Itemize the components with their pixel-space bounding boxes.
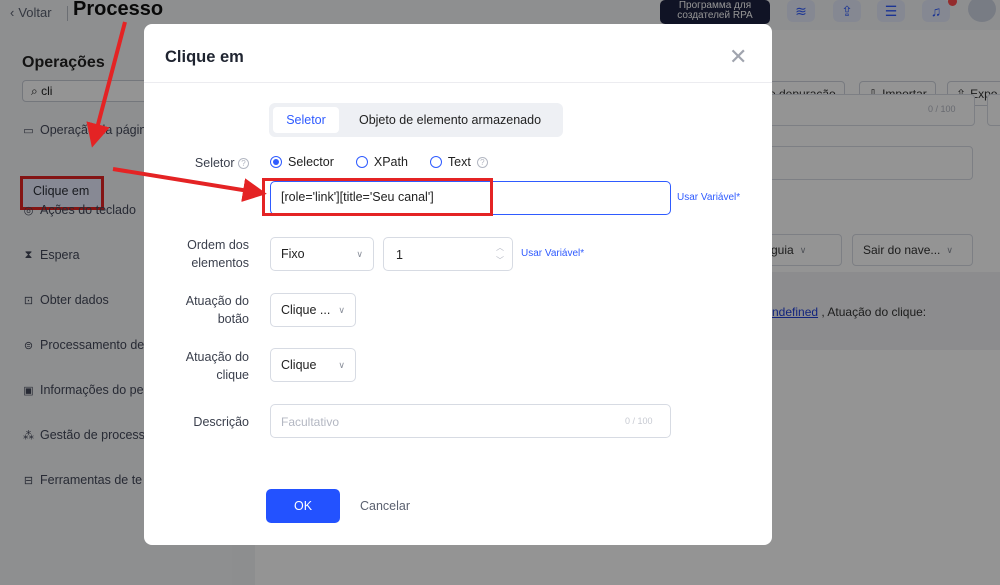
arrow-to-selector-field: [112, 167, 267, 202]
annotation-arrows: [86, 21, 267, 202]
arrow-to-click-item: [86, 21, 127, 148]
